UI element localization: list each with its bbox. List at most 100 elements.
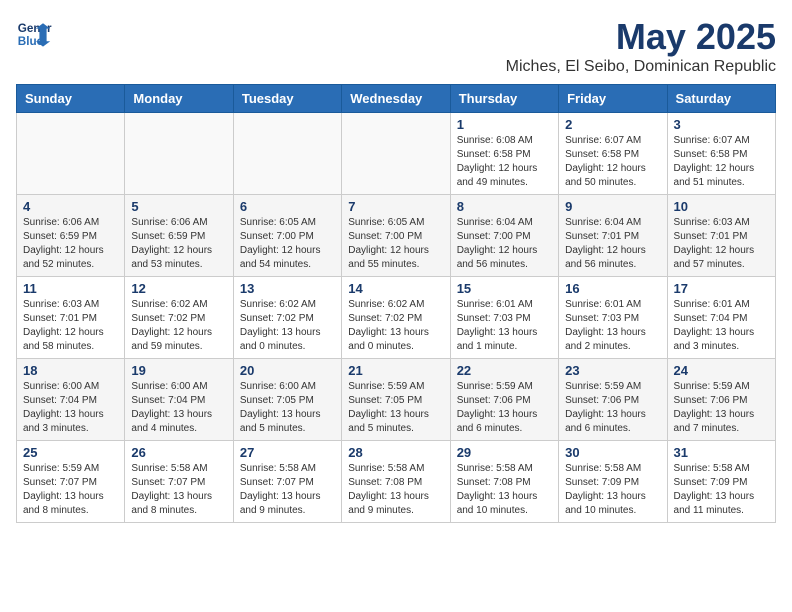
day-number: 23: [565, 363, 660, 378]
day-number: 31: [674, 445, 769, 460]
day-info: Sunrise: 5:58 AM Sunset: 7:07 PM Dayligh…: [240, 462, 335, 518]
day-number: 6: [240, 199, 335, 214]
day-number: 26: [131, 445, 226, 460]
day-number: 24: [674, 363, 769, 378]
calendar-cell: 19 Sunrise: 6:00 AM Sunset: 7:04 PM Dayli…: [125, 359, 233, 441]
day-number: 9: [565, 199, 660, 214]
calendar-cell: 14 Sunrise: 6:02 AM Sunset: 7:02 PM Dayli…: [342, 277, 450, 359]
calendar-cell: [233, 113, 341, 195]
location-title: Miches, El Seibo, Dominican Republic: [506, 58, 776, 76]
day-info: Sunrise: 6:01 AM Sunset: 7:04 PM Dayligh…: [674, 298, 769, 354]
calendar-cell: 17Sunrise: 6:01 AM Sunset: 7:04 PM Dayli…: [667, 277, 775, 359]
calendar-cell: 12Sunrise: 6:02 AM Sunset: 7:02 PM Dayli…: [125, 277, 233, 359]
day-number: 2: [565, 117, 660, 132]
day-info: Sunrise: 5:59 AM Sunset: 7:06 PM Dayligh…: [457, 380, 552, 436]
calendar-week-1: 1 Sunrise: 6:08 AM Sunset: 6:58 PM Daylig…: [17, 113, 776, 195]
day-number: 14: [348, 281, 443, 296]
calendar-cell: 25Sunrise: 5:59 AM Sunset: 7:07 PM Dayli…: [17, 441, 125, 523]
day-number: 27: [240, 445, 335, 460]
day-info: Sunrise: 5:59 AM Sunset: 7:05 PM Dayligh…: [348, 380, 443, 436]
calendar-cell: [17, 113, 125, 195]
day-number: 20: [240, 363, 335, 378]
day-number: 28: [348, 445, 443, 460]
day-number: 16: [565, 281, 660, 296]
day-number: 3: [674, 117, 769, 132]
day-info: Sunrise: 6:01 AM Sunset: 7:03 PM Dayligh…: [565, 298, 660, 354]
calendar-cell: 21 Sunrise: 5:59 AM Sunset: 7:05 PM Dayli…: [342, 359, 450, 441]
calendar-cell: 24 Sunrise: 5:59 AM Sunset: 7:06 PM Dayli…: [667, 359, 775, 441]
calendar-week-2: 4 Sunrise: 6:06 AM Sunset: 6:59 PM Daylig…: [17, 195, 776, 277]
calendar-cell: 30 Sunrise: 5:58 AM Sunset: 7:09 PM Dayli…: [559, 441, 667, 523]
day-info: Sunrise: 5:59 AM Sunset: 7:07 PM Dayligh…: [23, 462, 118, 518]
day-number: 11: [23, 281, 118, 296]
calendar-week-3: 11Sunrise: 6:03 AM Sunset: 7:01 PM Dayli…: [17, 277, 776, 359]
calendar-cell: 11Sunrise: 6:03 AM Sunset: 7:01 PM Dayli…: [17, 277, 125, 359]
calendar-cell: [125, 113, 233, 195]
calendar-cell: 8 Sunrise: 6:04 AM Sunset: 7:00 PM Daylig…: [450, 195, 558, 277]
day-info: Sunrise: 5:58 AM Sunset: 7:08 PM Dayligh…: [348, 462, 443, 518]
day-number: 1: [457, 117, 552, 132]
calendar-cell: 6 Sunrise: 6:05 AM Sunset: 7:00 PM Daylig…: [233, 195, 341, 277]
day-number: 7: [348, 199, 443, 214]
day-info: Sunrise: 6:06 AM Sunset: 6:59 PM Dayligh…: [131, 216, 226, 272]
calendar-cell: 23 Sunrise: 5:59 AM Sunset: 7:06 PM Dayli…: [559, 359, 667, 441]
weekday-header-wednesday: Wednesday: [342, 85, 450, 113]
logo: General Blue: [16, 16, 52, 52]
calendar-cell: 13Sunrise: 6:02 AM Sunset: 7:02 PM Dayli…: [233, 277, 341, 359]
calendar-cell: 3 Sunrise: 6:07 AM Sunset: 6:58 PM Daylig…: [667, 113, 775, 195]
weekday-header-thursday: Thursday: [450, 85, 558, 113]
day-info: Sunrise: 6:02 AM Sunset: 7:02 PM Dayligh…: [348, 298, 443, 354]
calendar-cell: 18Sunrise: 6:00 AM Sunset: 7:04 PM Dayli…: [17, 359, 125, 441]
day-number: 4: [23, 199, 118, 214]
day-number: 12: [131, 281, 226, 296]
calendar-cell: [342, 113, 450, 195]
calendar-cell: 2 Sunrise: 6:07 AM Sunset: 6:58 PM Daylig…: [559, 113, 667, 195]
day-info: Sunrise: 6:00 AM Sunset: 7:05 PM Dayligh…: [240, 380, 335, 436]
day-number: 8: [457, 199, 552, 214]
day-info: Sunrise: 6:08 AM Sunset: 6:58 PM Dayligh…: [457, 134, 552, 190]
calendar-cell: 16 Sunrise: 6:01 AM Sunset: 7:03 PM Dayli…: [559, 277, 667, 359]
header: General Blue May 2025 Miches, El Seibo, …: [16, 16, 776, 76]
day-number: 21: [348, 363, 443, 378]
day-info: Sunrise: 6:04 AM Sunset: 7:01 PM Dayligh…: [565, 216, 660, 272]
day-info: Sunrise: 6:05 AM Sunset: 7:00 PM Dayligh…: [240, 216, 335, 272]
month-title: May 2025: [506, 16, 776, 58]
calendar-cell: 20 Sunrise: 6:00 AM Sunset: 7:05 PM Dayli…: [233, 359, 341, 441]
day-info: Sunrise: 5:59 AM Sunset: 7:06 PM Dayligh…: [674, 380, 769, 436]
day-info: Sunrise: 6:00 AM Sunset: 7:04 PM Dayligh…: [131, 380, 226, 436]
weekday-header-monday: Monday: [125, 85, 233, 113]
day-number: 30: [565, 445, 660, 460]
day-info: Sunrise: 6:07 AM Sunset: 6:58 PM Dayligh…: [674, 134, 769, 190]
day-info: Sunrise: 5:59 AM Sunset: 7:06 PM Dayligh…: [565, 380, 660, 436]
calendar-cell: 10Sunrise: 6:03 AM Sunset: 7:01 PM Dayli…: [667, 195, 775, 277]
day-info: Sunrise: 5:58 AM Sunset: 7:09 PM Dayligh…: [674, 462, 769, 518]
calendar-cell: 26 Sunrise: 5:58 AM Sunset: 7:07 PM Dayli…: [125, 441, 233, 523]
day-number: 19: [131, 363, 226, 378]
weekday-header-saturday: Saturday: [667, 85, 775, 113]
svg-text:General: General: [18, 22, 52, 35]
calendar-cell: 15 Sunrise: 6:01 AM Sunset: 7:03 PM Dayli…: [450, 277, 558, 359]
calendar-cell: 31 Sunrise: 5:58 AM Sunset: 7:09 PM Dayli…: [667, 441, 775, 523]
day-info: Sunrise: 5:58 AM Sunset: 7:09 PM Dayligh…: [565, 462, 660, 518]
day-info: Sunrise: 6:06 AM Sunset: 6:59 PM Dayligh…: [23, 216, 118, 272]
day-info: Sunrise: 6:03 AM Sunset: 7:01 PM Dayligh…: [674, 216, 769, 272]
day-number: 29: [457, 445, 552, 460]
day-info: Sunrise: 5:58 AM Sunset: 7:08 PM Dayligh…: [457, 462, 552, 518]
calendar-cell: 27 Sunrise: 5:58 AM Sunset: 7:07 PM Dayli…: [233, 441, 341, 523]
calendar-week-5: 25Sunrise: 5:59 AM Sunset: 7:07 PM Dayli…: [17, 441, 776, 523]
calendar-cell: 1 Sunrise: 6:08 AM Sunset: 6:58 PM Daylig…: [450, 113, 558, 195]
weekday-header-friday: Friday: [559, 85, 667, 113]
logo-icon: General Blue: [16, 16, 52, 52]
title-area: May 2025 Miches, El Seibo, Dominican Rep…: [506, 16, 776, 76]
day-info: Sunrise: 6:04 AM Sunset: 7:00 PM Dayligh…: [457, 216, 552, 272]
day-info: Sunrise: 6:00 AM Sunset: 7:04 PM Dayligh…: [23, 380, 118, 436]
day-number: 15: [457, 281, 552, 296]
day-info: Sunrise: 6:01 AM Sunset: 7:03 PM Dayligh…: [457, 298, 552, 354]
weekday-header-tuesday: Tuesday: [233, 85, 341, 113]
day-info: Sunrise: 6:05 AM Sunset: 7:00 PM Dayligh…: [348, 216, 443, 272]
day-number: 13: [240, 281, 335, 296]
calendar-cell: 7 Sunrise: 6:05 AM Sunset: 7:00 PM Daylig…: [342, 195, 450, 277]
day-info: Sunrise: 6:07 AM Sunset: 6:58 PM Dayligh…: [565, 134, 660, 190]
calendar-cell: 4 Sunrise: 6:06 AM Sunset: 6:59 PM Daylig…: [17, 195, 125, 277]
day-info: Sunrise: 5:58 AM Sunset: 7:07 PM Dayligh…: [131, 462, 226, 518]
